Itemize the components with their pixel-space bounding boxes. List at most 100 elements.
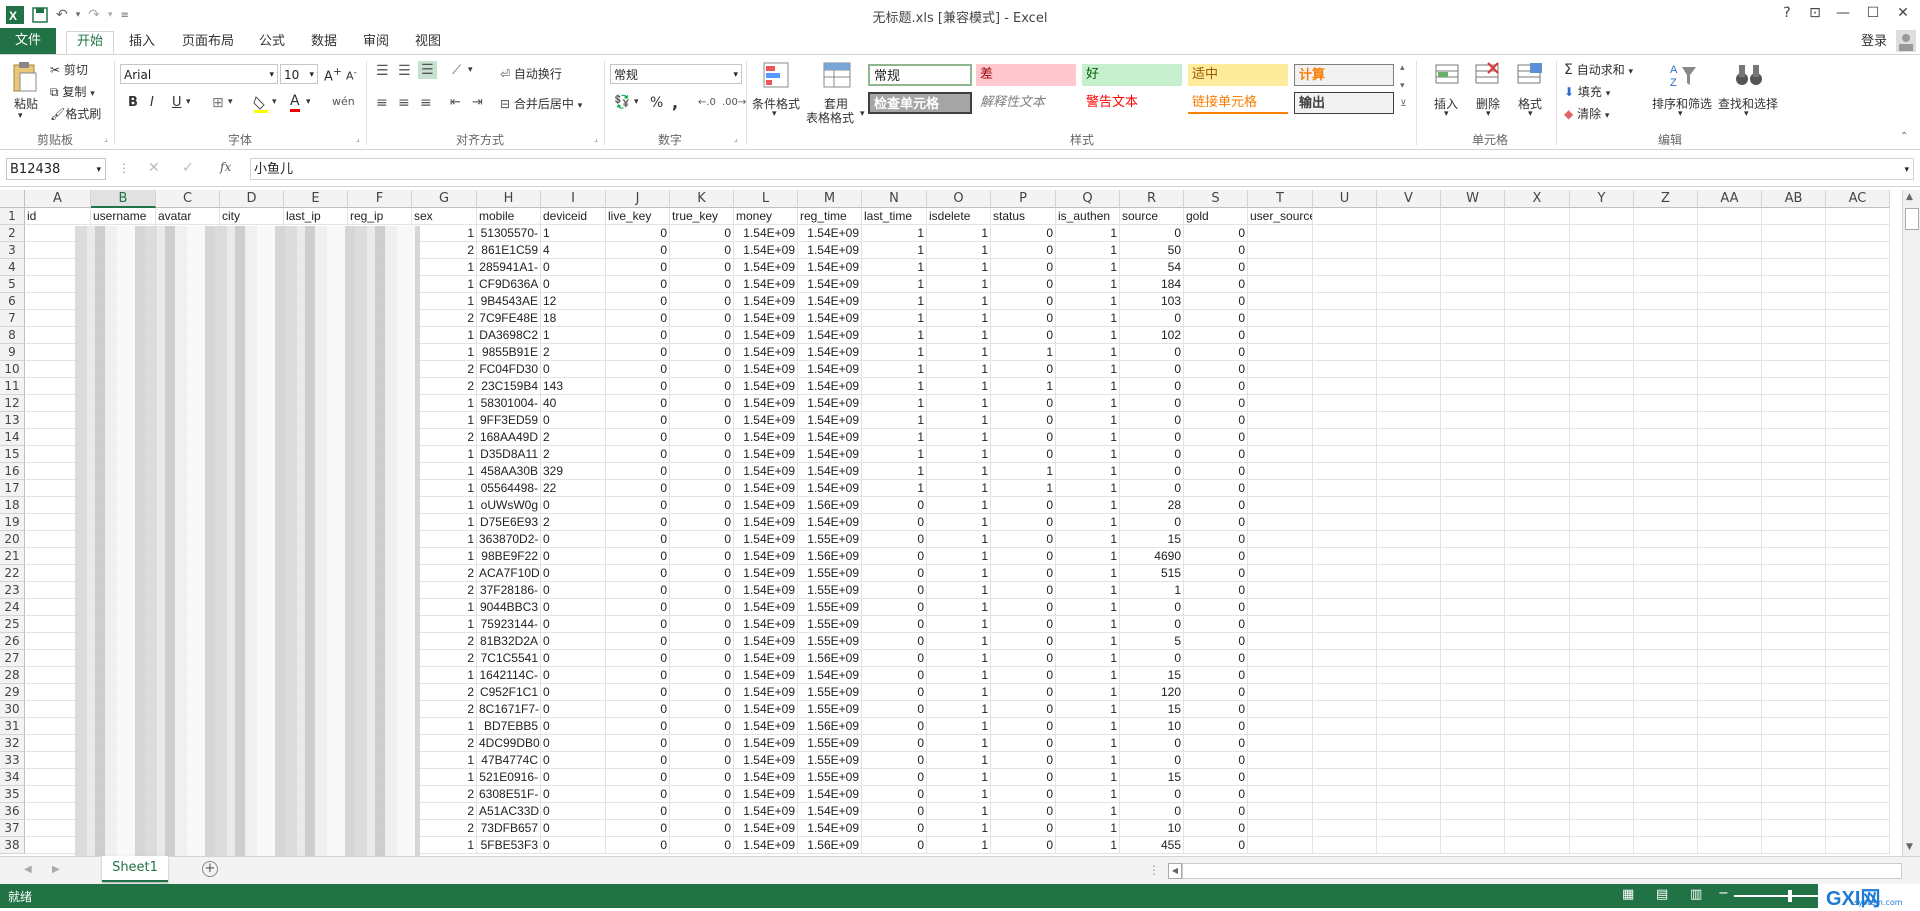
cell[interactable]: 1.55E+09 (798, 701, 862, 718)
align-middle-icon[interactable]: ☰ (398, 63, 411, 79)
cell[interactable]: 0 (606, 344, 670, 361)
align-right-icon[interactable]: ≡ (420, 95, 432, 111)
cell[interactable] (1505, 446, 1570, 463)
fill-button[interactable]: ⬇ 填充 ▾ (1564, 83, 1610, 100)
cell[interactable]: 0 (606, 837, 670, 854)
cell[interactable] (1248, 616, 1313, 633)
cell[interactable]: 0 (541, 786, 606, 803)
column-header[interactable]: A (25, 190, 91, 208)
cell[interactable]: 37F28186- (477, 582, 541, 599)
row-header[interactable]: 15 (0, 446, 25, 463)
cell[interactable]: isdelete (927, 208, 991, 225)
help-button[interactable]: ? (1776, 5, 1798, 25)
cell[interactable] (1634, 718, 1698, 735)
cell[interactable] (1505, 650, 1570, 667)
cell[interactable]: 0 (606, 276, 670, 293)
cell[interactable] (1762, 735, 1826, 752)
cell[interactable]: 1 (412, 293, 477, 310)
cell[interactable]: 0 (606, 225, 670, 242)
cell[interactable] (1826, 208, 1890, 225)
cell[interactable] (1762, 395, 1826, 412)
cell[interactable]: 6308E51F- (477, 786, 541, 803)
cell[interactable]: 1 (927, 803, 991, 820)
cell[interactable]: status (991, 208, 1056, 225)
cell[interactable]: 28 (1120, 497, 1184, 514)
cell[interactable] (1826, 327, 1890, 344)
cell[interactable]: 1 (927, 769, 991, 786)
cell[interactable]: 0 (606, 293, 670, 310)
cell[interactable]: 0 (862, 820, 927, 837)
sort-filter-icon[interactable]: AZ (1668, 61, 1698, 89)
cell[interactable] (1313, 497, 1377, 514)
cell[interactable] (1441, 531, 1505, 548)
cell[interactable]: 0 (1184, 225, 1248, 242)
cell[interactable]: 1 (927, 378, 991, 395)
cell[interactable]: 102 (1120, 327, 1184, 344)
cell[interactable]: 0 (1184, 514, 1248, 531)
cell[interactable] (1441, 344, 1505, 361)
cell[interactable]: 1.55E+09 (798, 633, 862, 650)
select-all-corner[interactable] (0, 190, 25, 208)
cell[interactable]: 0 (862, 633, 927, 650)
cell[interactable] (1505, 752, 1570, 769)
cell[interactable]: 1 (927, 395, 991, 412)
cell[interactable] (1570, 820, 1634, 837)
cell[interactable]: 1.54E+09 (734, 395, 798, 412)
increase-indent-icon[interactable]: ⇥ (472, 95, 483, 110)
column-header[interactable]: V (1377, 190, 1441, 208)
cell[interactable]: 458AA30B (477, 463, 541, 480)
cell[interactable] (1505, 633, 1570, 650)
cell[interactable] (1826, 395, 1890, 412)
cell[interactable]: 0 (606, 752, 670, 769)
cell[interactable]: 1 (1056, 599, 1120, 616)
cell[interactable]: 0 (862, 837, 927, 854)
row-header[interactable]: 20 (0, 531, 25, 548)
cell[interactable]: 1 (1056, 514, 1120, 531)
cell[interactable]: 47B4774C (477, 752, 541, 769)
currency-dropdown-icon[interactable]: ▾ (634, 97, 639, 107)
cell[interactable] (1570, 735, 1634, 752)
cell[interactable] (1570, 242, 1634, 259)
cell[interactable] (1377, 497, 1441, 514)
cell[interactable]: 0 (670, 599, 734, 616)
cell[interactable]: 1 (1056, 837, 1120, 854)
table-format-label-2[interactable]: 表格格式 (806, 109, 854, 126)
cell[interactable]: A51AC33D (477, 803, 541, 820)
cell[interactable] (1505, 718, 1570, 735)
cell[interactable]: 1 (1056, 463, 1120, 480)
cell[interactable] (1762, 480, 1826, 497)
cell[interactable]: 0 (541, 548, 606, 565)
cell[interactable]: 1 (1056, 259, 1120, 276)
cell[interactable]: 0 (670, 820, 734, 837)
number-format-select[interactable]: 常规 ▾ (610, 64, 742, 84)
row-header[interactable]: 35 (0, 786, 25, 803)
cell[interactable]: 1 (862, 327, 927, 344)
cell[interactable]: 1 (927, 242, 991, 259)
cell[interactable] (1634, 633, 1698, 650)
cell[interactable]: 0 (991, 633, 1056, 650)
cell[interactable]: 0 (1184, 837, 1248, 854)
cell[interactable]: 1 (991, 344, 1056, 361)
column-header[interactable]: D (220, 190, 284, 208)
cell[interactable] (1377, 327, 1441, 344)
cell[interactable] (1505, 514, 1570, 531)
row-header[interactable]: 22 (0, 565, 25, 582)
cell[interactable]: 2 (412, 565, 477, 582)
cell[interactable] (1826, 514, 1890, 531)
cell[interactable]: 73DFB657 (477, 820, 541, 837)
cell[interactable]: 1 (927, 650, 991, 667)
cell[interactable] (1762, 803, 1826, 820)
cell[interactable] (1441, 480, 1505, 497)
cell[interactable] (1570, 412, 1634, 429)
cell[interactable] (1377, 446, 1441, 463)
cell[interactable]: 1 (1056, 667, 1120, 684)
cell[interactable]: 0 (670, 837, 734, 854)
cell[interactable]: 2 (412, 633, 477, 650)
align-top-icon[interactable]: ☰ (376, 63, 389, 79)
cell[interactable]: 0 (670, 514, 734, 531)
conditional-format-dropdown-icon[interactable]: ▾ (772, 109, 777, 119)
cell[interactable]: 1 (927, 225, 991, 242)
cell[interactable] (1313, 344, 1377, 361)
cell[interactable] (1441, 395, 1505, 412)
cell[interactable] (1570, 514, 1634, 531)
